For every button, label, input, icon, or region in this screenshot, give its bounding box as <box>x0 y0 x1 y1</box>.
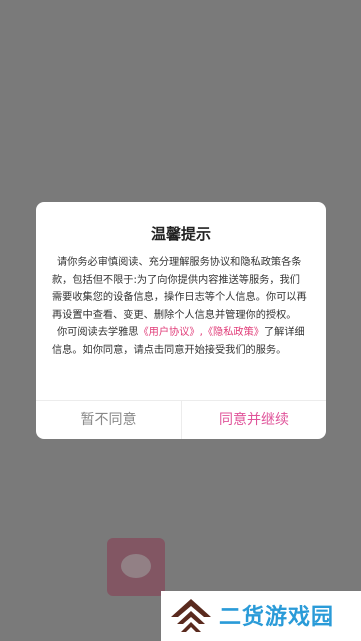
user-agreement-link[interactable]: 《用户协议》 <box>139 327 200 338</box>
app-logo <box>107 538 165 596</box>
watermark-text: 二货游戏园 <box>219 605 335 630</box>
dialog-paragraph-1: 请你务必审慎阅读、充分理解服务协议和隐私政策各条款，包括但不限于:为了向你提供内… <box>52 257 307 321</box>
accept-button[interactable]: 同意并继续 <box>182 401 326 439</box>
app-logo-glyph <box>121 554 151 578</box>
house-logo-icon <box>171 599 211 632</box>
paragraph-2-prefix: 你可阅读去学雅思 <box>57 327 139 338</box>
dialog-paragraph-2: 你可阅读去学雅思《用户协议》,《隐私政策》了解详细信息。如你同意，请点击同意开始… <box>52 324 310 359</box>
privacy-policy-link[interactable]: 《隐私政策》 <box>203 327 264 338</box>
privacy-dialog: 温馨提示 请你务必审慎阅读、充分理解服务协议和隐私政策各条款，包括但不限于:为了… <box>36 202 326 439</box>
dialog-body: 请你务必审慎阅读、充分理解服务协议和隐私政策各条款，包括但不限于:为了向你提供内… <box>52 254 310 359</box>
decline-button[interactable]: 暂不同意 <box>36 401 181 439</box>
watermark: 二货游戏园 <box>161 591 361 641</box>
dialog-title: 温馨提示 <box>150 225 211 243</box>
